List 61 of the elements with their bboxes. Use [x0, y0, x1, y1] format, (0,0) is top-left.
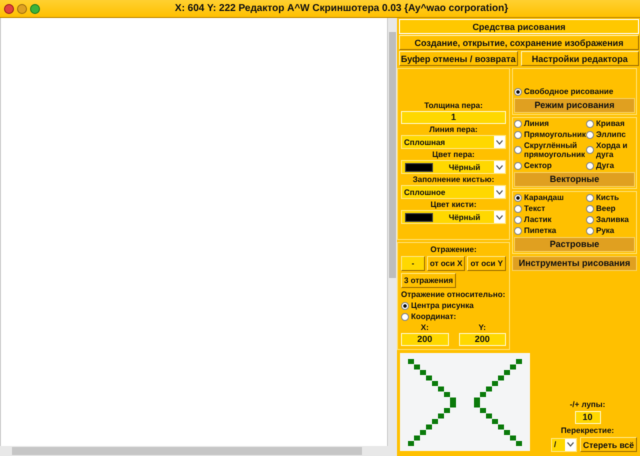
pen-line-dropdown[interactable]: Сплошная — [401, 135, 506, 149]
chevron-down-icon — [496, 214, 503, 220]
reflection-relative-label: Отражение относительно: — [401, 290, 506, 299]
mode-option[interactable]: Карандаш — [514, 193, 586, 202]
mode-option[interactable]: Дуга — [586, 161, 635, 170]
mode-option[interactable]: Веер — [586, 204, 635, 213]
vertical-scrollbar[interactable] — [387, 18, 397, 446]
window-controls-icon[interactable] — [3, 2, 43, 14]
panel-tab[interactable]: Средства рисования — [399, 19, 639, 34]
reflection-label: Отражение: — [430, 245, 477, 254]
crosshair-dropdown[interactable]: / — [550, 438, 577, 452]
mode-option[interactable]: Кривая — [586, 119, 635, 128]
mode-option[interactable]: Свободное рисование — [514, 87, 635, 96]
brush-fill-dropdown[interactable]: Сплошное — [401, 185, 506, 199]
mode-option[interactable]: Эллипс — [586, 130, 635, 139]
y-label: Y: — [478, 323, 486, 332]
zoom-label: -/+ лупы: — [570, 400, 606, 409]
reflection-option[interactable]: Центра рисунка — [401, 301, 474, 310]
mode-option[interactable]: Кисть — [586, 193, 635, 202]
mode-option[interactable]: Пипетка — [514, 226, 586, 235]
pen-width-label: Толщина пера: — [424, 101, 483, 110]
clear-all-button[interactable]: Стереть всё — [580, 437, 637, 452]
chevron-down-icon — [496, 164, 503, 170]
y-field[interactable]: 200 — [458, 333, 506, 346]
mode-option[interactable]: Прямоугольник — [514, 130, 586, 139]
panel-tab[interactable]: Настройки редактора — [520, 51, 639, 66]
window-title: X: 604 Y: 222 Редактор A^W Скриншотера 0.03 {Ay^wao corporation} — [174, 3, 510, 14]
mode-option[interactable]: Скруглённый прямоугольник — [514, 141, 586, 159]
zoom-field[interactable]: 10 — [574, 411, 600, 424]
crosshair-label: Перекрестие: — [560, 426, 614, 435]
reflection-button[interactable]: от оси X — [426, 256, 466, 271]
mode-option[interactable]: Ластик — [514, 215, 586, 224]
mode-option[interactable]: Рука — [586, 226, 635, 235]
mode-option[interactable]: Хорда и дуга — [586, 141, 635, 159]
mode-option[interactable]: Линия — [514, 119, 586, 128]
section-header: Растровые — [514, 237, 635, 252]
section-header: Режим рисования — [514, 98, 635, 113]
chevron-down-icon — [496, 190, 503, 194]
color-label: Цвет кисти: — [430, 200, 476, 209]
mode-option[interactable]: Сектор — [514, 161, 586, 170]
reflection-button[interactable]: - — [401, 256, 425, 271]
mode-option[interactable]: Текст — [514, 204, 586, 213]
three-reflections-button[interactable]: 3 отражения — [401, 273, 456, 288]
x-field[interactable]: 200 — [401, 333, 448, 346]
color-dropdown[interactable]: Чёрный — [401, 210, 506, 224]
panel-tab[interactable]: Создание, открытие, сохранение изображения — [399, 35, 639, 50]
x-label: X: — [420, 323, 429, 332]
panel-tab[interactable]: Буфер отмены / возврата — [399, 51, 518, 66]
brush-fill-label: Заполнение кистью: — [412, 175, 494, 184]
section-header: Векторные — [514, 172, 635, 187]
pen-line-label: Линия пера: — [429, 125, 478, 134]
reflection-button[interactable]: от оси Y — [467, 256, 506, 271]
chevron-down-icon — [566, 442, 574, 447]
chevron-down-icon — [496, 140, 503, 144]
color-label: Цвет пера: — [432, 150, 475, 159]
pen-width-field[interactable]: 1 — [401, 111, 506, 124]
mode-option[interactable]: Заливка — [586, 215, 635, 224]
reflection-option[interactable]: Координат: — [401, 312, 456, 321]
section-header: Инструменты рисования — [512, 256, 637, 271]
color-dropdown[interactable]: Чёрный — [401, 160, 506, 174]
horizontal-scrollbar[interactable] — [0, 446, 397, 456]
